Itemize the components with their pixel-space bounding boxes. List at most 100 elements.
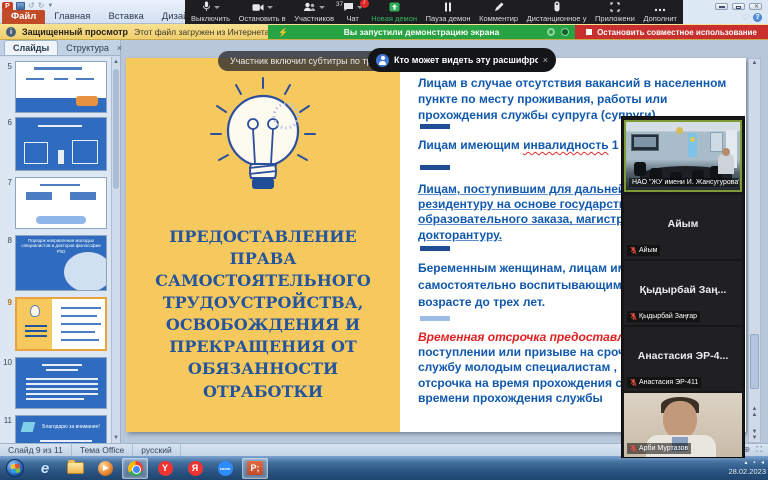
transcript-notification: Кто может видеть эту расшифровку? За... … [368, 48, 556, 72]
chat-unread-badge: 7 [360, 0, 369, 8]
restore-button[interactable] [732, 3, 745, 10]
scroll-up-icon[interactable]: ▲ [749, 60, 760, 66]
slide-scrollbar[interactable]: ▲ ▲▲ ▼▼ [748, 58, 761, 443]
more-button[interactable]: Дополнит [643, 0, 677, 24]
chevron-down-icon[interactable] [319, 6, 325, 9]
slide-left-block: ПРЕДОСТАВЛЕНИЕ ПРАВА САМОСТОЯТЕЛЬНОГО ТР… [126, 58, 400, 432]
taskbar-item-zoom[interactable]: zoom [212, 458, 238, 479]
participants-video-panel: НАО "ЖУ имени И. Жансугурова" Айым Айым … [621, 116, 745, 458]
thumb-image: Порядок направления молодых специалистов… [15, 235, 107, 291]
minimize-button[interactable] [715, 3, 728, 10]
scrollbar-thumb[interactable] [113, 69, 119, 189]
tray-icons[interactable]: ▴ ▪ ◂ [745, 460, 766, 467]
slide-title: ПРЕДОСТАВЛЕНИЕ ПРАВА САМОСТОЯТЕЛЬНОГО ТР… [138, 226, 388, 403]
taskbar-item-powerpoint[interactable]: P; [242, 458, 268, 479]
folder-icon [67, 462, 84, 474]
taskbar-item-yandex[interactable]: Я [182, 458, 208, 479]
taskbar-item-media-player[interactable] [92, 458, 118, 479]
taskbar-item-ie[interactable]: e [32, 458, 58, 479]
view-zoom-icons[interactable]: ⊕ ⛶ [743, 445, 764, 455]
theme-name[interactable]: Тема Office [72, 444, 133, 457]
taskbar-item-chrome[interactable] [122, 458, 148, 479]
slides-panel: Слайды Структура × 5 6 [0, 40, 121, 443]
chrome-icon [128, 461, 143, 476]
language-indicator[interactable]: русский [133, 444, 181, 457]
powerpoint-icon: P; [247, 461, 263, 475]
share-audio-icon: ⚡ [278, 28, 288, 37]
close-button[interactable]: ✕ [749, 3, 762, 10]
panel-close-icon[interactable]: × [117, 43, 122, 53]
chevron-down-icon[interactable] [267, 6, 273, 9]
banner-settings-icon[interactable] [561, 28, 569, 36]
hide-banner-icon[interactable] [547, 28, 555, 36]
taskbar-item-explorer[interactable] [62, 458, 88, 479]
info-icon: i [6, 27, 16, 37]
panel-scrollbar[interactable]: ▲ ▼ [111, 57, 120, 443]
chevron-down-icon[interactable] [214, 6, 220, 9]
chat-button[interactable]: 7 Чат [343, 0, 363, 24]
pause-share-button[interactable]: Пауза демон [426, 0, 471, 24]
stop-video-button[interactable]: Остановить в [239, 0, 286, 24]
participant-tile[interactable]: Қыдырбай Заң... Қыдырбай Заңғар [624, 261, 742, 325]
participant-tile-video[interactable]: Арби Муртазов [624, 393, 742, 457]
system-tray[interactable]: ▴ ▪ ◂ 28.02.2023 [728, 456, 766, 480]
help-icon[interactable]: ? [753, 13, 762, 22]
slide-counter: Слайд 9 из 11 [0, 444, 72, 457]
desktop-screen: P ↺ ↻ ▼ Файл Главная Вставка Дизайн Пере… [0, 0, 768, 480]
muted-mic-icon [630, 312, 637, 321]
pin-ribbon-icon[interactable]: ♡ [742, 13, 749, 22]
separator-dash [420, 246, 450, 251]
thumb-image [15, 177, 107, 229]
participant-tile[interactable]: Анастасия ЭР-4... Анастасия ЭР-411 [624, 327, 742, 391]
participant-name-label: Анастасия ЭР-411 [627, 377, 701, 388]
participants-button[interactable]: 37 Участников [294, 0, 334, 24]
participant-tile-room[interactable]: НАО "ЖУ имени И. Жансугурова" [624, 120, 742, 192]
separator-dash [420, 124, 450, 129]
save-icon[interactable] [16, 2, 25, 10]
yandex-icon: Я [188, 461, 203, 476]
slide-thumbnail-9-current[interactable]: 9 [0, 297, 112, 351]
qat-dropdown-icon[interactable]: ▼ [47, 3, 53, 9]
slide-thumbnail-8[interactable]: 8 Порядок направления молодых специалист… [0, 235, 112, 291]
muted-mic-icon [630, 378, 637, 387]
next-slide-icon[interactable]: ▼▼ [749, 429, 760, 441]
tab-insert[interactable]: Вставка [99, 10, 152, 24]
new-share-button[interactable]: Новая демон [371, 0, 417, 24]
tab-home[interactable]: Главная [45, 10, 99, 24]
participant-tile[interactable]: Айым Айым [624, 195, 742, 259]
previous-slide-icon[interactable]: ▲▲ [749, 406, 760, 418]
redo-icon[interactable]: ↻ [38, 2, 45, 10]
thumbnail-list: 5 6 7 [0, 57, 112, 443]
slide-thumbnail-6[interactable]: 6 [0, 117, 112, 171]
mute-button[interactable]: Выключить [191, 0, 230, 24]
scroll-up-icon[interactable]: ▲ [113, 59, 119, 65]
thumb-image [15, 357, 107, 409]
start-button[interactable] [2, 458, 28, 479]
zoom-meeting-toolbar: Выключить Остановить в 37 Участников 7 Ч… [185, 0, 683, 24]
stop-icon [586, 29, 592, 35]
taskbar: e Y Я zoom P; ▴ ▪ ◂ 28.02.2023 [0, 456, 768, 480]
zoom-app-icon: zoom [218, 461, 233, 476]
remote-control-button[interactable]: Дистанционное у [527, 0, 587, 24]
slide-thumbnail-7[interactable]: 7 [0, 177, 112, 229]
participant-name-label: Қыдырбай Заңғар [627, 311, 700, 322]
tab-file[interactable]: Файл [2, 10, 45, 24]
muted-mic-icon [630, 246, 637, 255]
slide-thumbnail-10[interactable]: 10 [0, 357, 112, 409]
protected-view-label: Защищенный просмотр [22, 27, 128, 37]
taskbar-item-yandex-browser[interactable]: Y [152, 458, 178, 479]
lightbulb-icon [203, 76, 323, 226]
tab-slides[interactable]: Слайды [4, 40, 58, 55]
scroll-down-icon[interactable]: ▼ [113, 435, 119, 441]
media-player-icon [98, 461, 113, 476]
annotate-button[interactable]: Комментир [479, 0, 518, 24]
undo-icon[interactable]: ↺ [28, 2, 35, 10]
tab-outline[interactable]: Структура [58, 41, 117, 55]
scrollbar-thumb[interactable] [750, 334, 759, 389]
apps-button[interactable]: Приложени [595, 0, 635, 24]
stop-share-button[interactable]: Остановить совместное использование [575, 25, 768, 39]
participant-name-label: НАО "ЖУ имени И. Жансугурова" [629, 178, 739, 187]
notification-close-icon[interactable]: × [543, 55, 548, 65]
window-controls: ✕ ♡ ? [683, 0, 768, 24]
slide-thumbnail-5[interactable]: 5 [0, 61, 112, 113]
